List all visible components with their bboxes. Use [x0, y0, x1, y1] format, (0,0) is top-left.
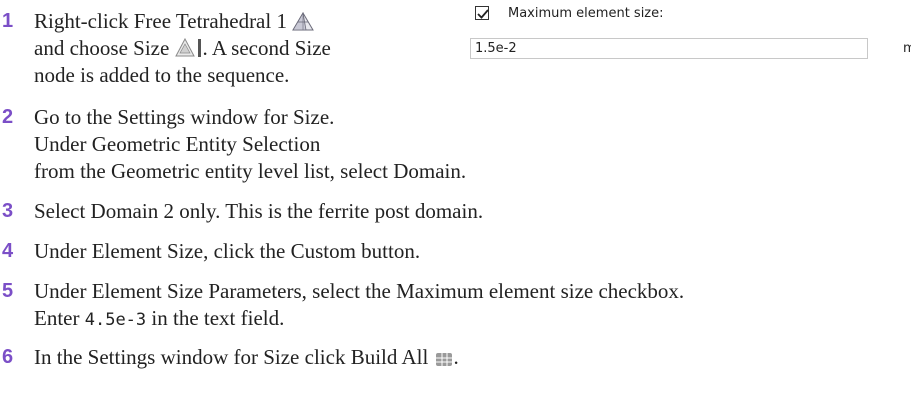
build-all-icon [434, 348, 454, 375]
step-line: Under Geometric Entity Selection [34, 132, 321, 156]
step-text: and choose Size [34, 36, 170, 60]
max-element-size-checkbox[interactable] [475, 6, 489, 20]
step-number: 4 [2, 240, 14, 262]
unit-label: m [903, 41, 911, 56]
step-line: In the Settings window for Size click Bu… [34, 344, 459, 375]
step-number: 3 [2, 200, 14, 222]
max-element-size-panel: Maximum element size: 1.5e-2 m [468, 2, 911, 72]
step-line: Select Domain 2 only. This is the ferrit… [34, 199, 484, 223]
step-line: Go to the Settings window for Size. [34, 105, 335, 129]
checkmark-icon [477, 9, 489, 19]
step-number: 1 [2, 10, 14, 32]
step-line: from the Geometric entity level list, se… [34, 159, 467, 183]
step-number: 5 [2, 280, 14, 302]
step-text: Right-click Free Tetrahedral 1 [34, 9, 287, 33]
step-text: in the text field. [146, 306, 285, 330]
step-text: In the Settings window for Size click Bu… [34, 345, 429, 369]
max-element-size-field[interactable]: 1.5e-2 [470, 38, 868, 59]
step-line: node is added to the sequence. [34, 63, 290, 87]
code-value: 4.5e-3 [84, 310, 147, 330]
step-text: . [453, 345, 459, 369]
checkbox-label: Maximum element size: [508, 6, 664, 21]
step-line: Under Element Size, click the Custom but… [34, 239, 421, 263]
step-number: 6 [2, 346, 14, 368]
step-text: Enter [34, 306, 85, 330]
step-line: Under Element Size Parameters, select th… [34, 279, 685, 303]
step-line: Enter 4.5e-3 in the text field. [34, 305, 284, 334]
step-text: . A second Size [202, 36, 331, 60]
step-number: 2 [2, 106, 14, 128]
